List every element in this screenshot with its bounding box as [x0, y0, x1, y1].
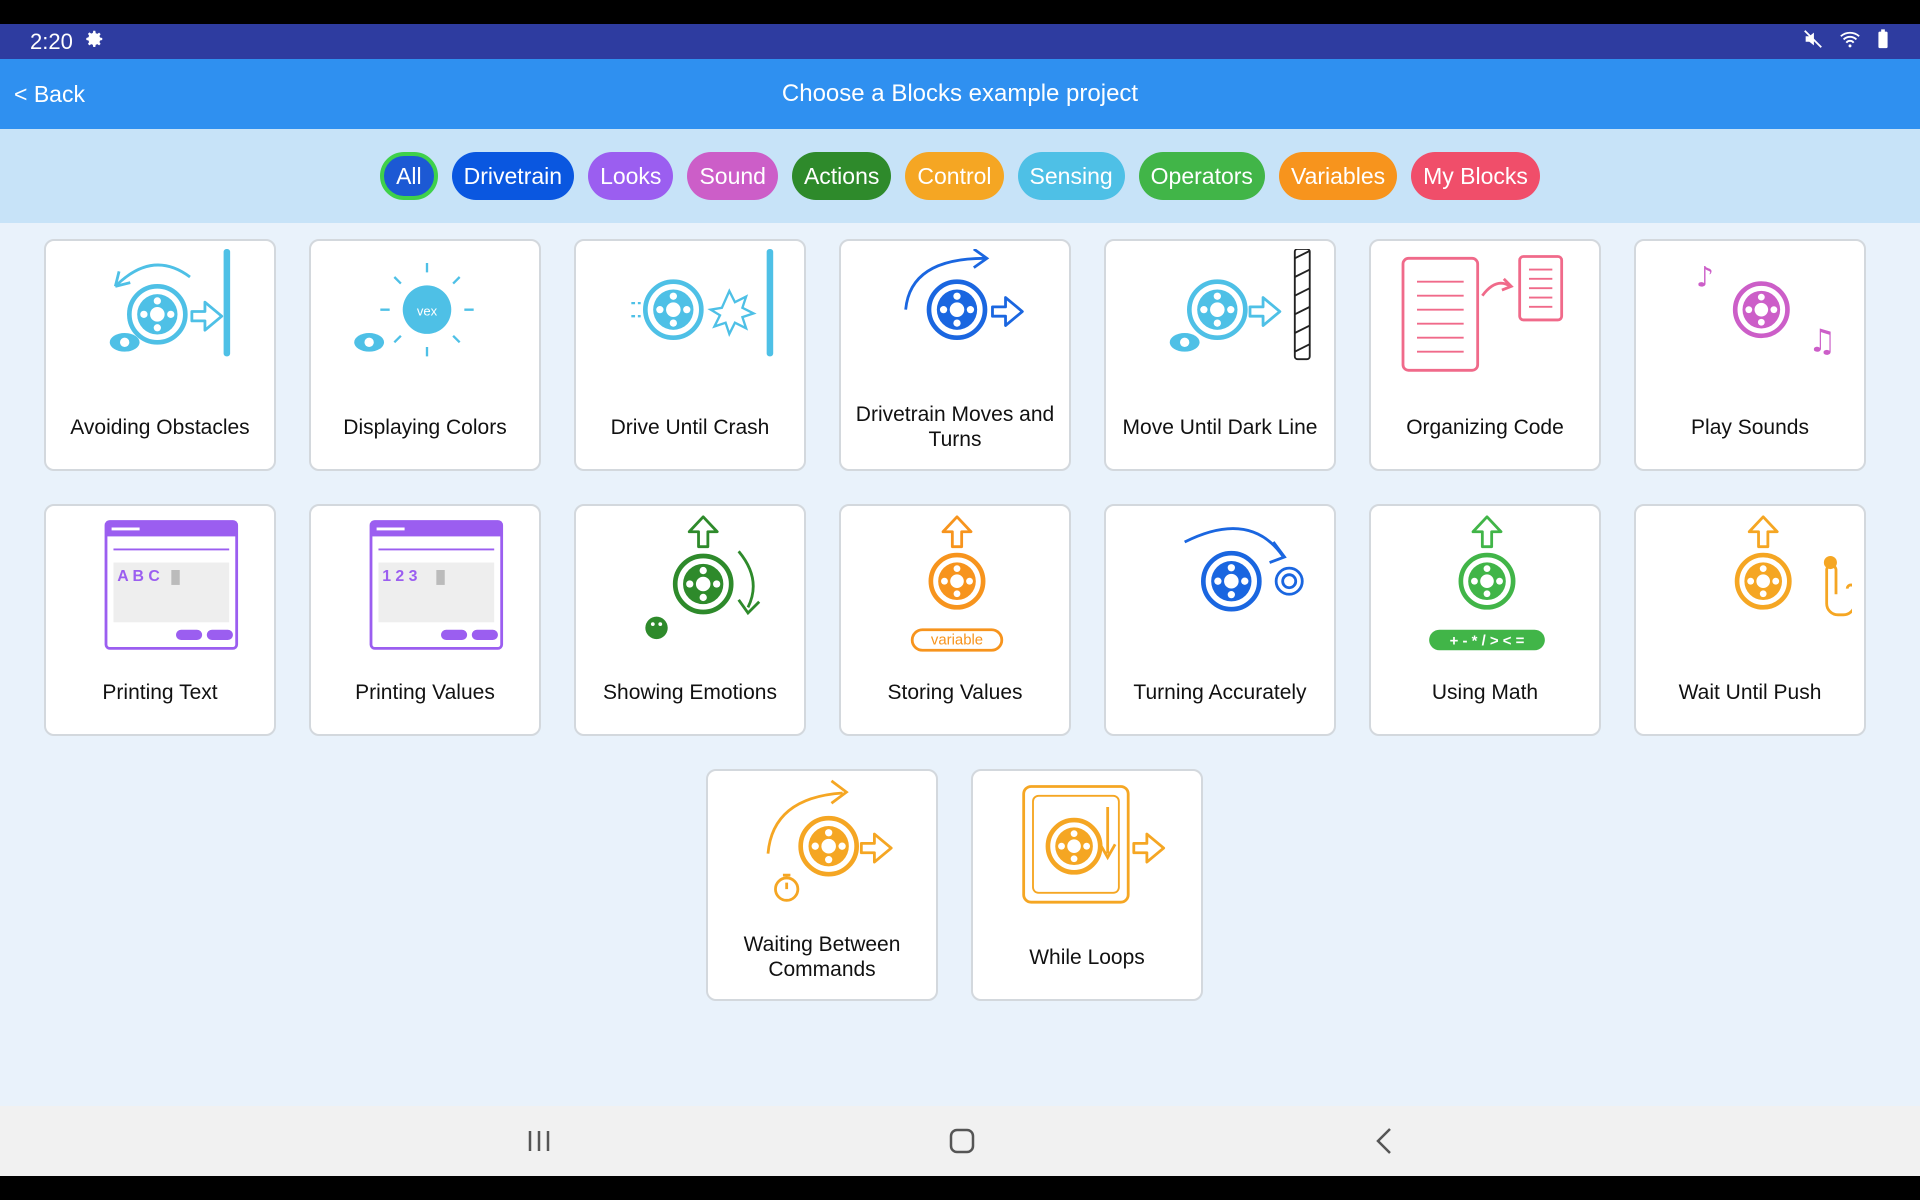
category-filter-bar: All Drivetrain Looks Sound Actions Control Sen…: [0, 129, 1920, 223]
project-card-turning-accurately[interactable]: Turning Accurately: [1104, 504, 1336, 736]
svg-text:A B C: A B C: [117, 568, 160, 585]
android-nav-bar: [0, 1106, 1920, 1176]
project-card-printing-values[interactable]: 1 2 3 Printing Values: [309, 504, 541, 736]
home-icon[interactable]: [939, 1118, 985, 1164]
project-card-title: Organizing Code: [1406, 415, 1564, 439]
filter-all[interactable]: All: [380, 152, 438, 200]
dark-line-icon: [1169, 249, 1311, 361]
mute-icon: [1802, 28, 1824, 56]
app-header: < Back Choose a Blocks example project: [0, 59, 1920, 129]
avoiding-obstacles-icon: [109, 249, 231, 357]
project-card-while-loops[interactable]: While Loops: [971, 769, 1203, 1001]
wait-until-push-icon: [1734, 515, 1852, 617]
project-card-drive-until-crash[interactable]: Drive Until Crash: [574, 239, 806, 471]
while-loops-icon: [1022, 785, 1166, 904]
project-card-title: Play Sounds: [1691, 415, 1809, 439]
waiting-commands-icon: [766, 779, 893, 902]
filter-sensing[interactable]: Sensing: [1017, 152, 1125, 200]
project-card-using-math[interactable]: + - * / > < = Using Math: [1369, 504, 1601, 736]
filter-operators[interactable]: Operators: [1138, 152, 1265, 200]
project-card-printing-text[interactable]: A B C Printing Text: [44, 504, 276, 736]
storing-values-icon: variable: [910, 515, 1004, 652]
project-card-displaying-colors[interactable]: vex Displaying Colors: [309, 239, 541, 471]
project-card-title: Drivetrain Moves and Turns: [855, 403, 1055, 451]
project-card-storing-values[interactable]: variable Storing Values: [839, 504, 1071, 736]
project-card-title: Waiting Between Commands: [743, 933, 901, 981]
project-card-title: While Loops: [1029, 945, 1145, 969]
filter-variables[interactable]: Variables: [1278, 152, 1398, 200]
organizing-code-icon: [1401, 255, 1564, 372]
bottom-black-bar: [0, 1176, 1920, 1200]
project-card-title: Printing Values: [355, 680, 495, 704]
recent-apps-icon[interactable]: [516, 1118, 562, 1164]
project-card-title: Move Until Dark Line: [1122, 415, 1318, 439]
project-card-showing-emotions[interactable]: Showing Emotions: [574, 504, 806, 736]
battery-icon: [1876, 28, 1890, 56]
project-card-title: Avoiding Obstacles: [70, 415, 250, 439]
filter-actions[interactable]: Actions: [791, 152, 892, 200]
project-card-title: Drive Until Crash: [610, 415, 770, 439]
project-card-wait-until-push[interactable]: Wait Until Push: [1634, 504, 1866, 736]
project-card-organizing-code[interactable]: Organizing Code: [1369, 239, 1601, 471]
turning-accurately-icon: [1184, 527, 1304, 612]
using-math-icon: + - * / > < =: [1429, 515, 1545, 651]
status-bar: 2:20: [0, 24, 1920, 59]
project-card-title: Wait Until Push: [1678, 680, 1822, 704]
drivetrain-moves-icon: [904, 249, 1024, 340]
page-title: Choose a Blocks example project: [781, 80, 1139, 107]
status-time: 2:20: [30, 28, 73, 54]
svg-text:♫: ♫: [1808, 324, 1836, 360]
drive-until-crash-icon: [631, 249, 774, 357]
printing-values-icon: 1 2 3: [369, 520, 504, 650]
project-grid: Avoiding Obstacles vex Displaying Colors D…: [0, 223, 1920, 1106]
filter-control[interactable]: Control: [905, 152, 1004, 200]
project-card-avoiding-obstacles[interactable]: Avoiding Obstacles: [44, 239, 276, 471]
play-sounds-icon: ♪ ♫: [1696, 260, 1836, 360]
project-card-title: Storing Values: [887, 680, 1023, 704]
displaying-colors-icon: vex: [354, 263, 474, 357]
top-black-bar: [0, 0, 1920, 24]
back-nav-icon[interactable]: [1362, 1118, 1408, 1164]
project-card-title: Turning Accurately: [1133, 680, 1307, 704]
svg-text:1 2 3: 1 2 3: [382, 568, 417, 585]
filter-sound[interactable]: Sound: [687, 152, 778, 200]
project-card-title: Printing Text: [102, 680, 218, 704]
svg-text:♪: ♪: [1696, 260, 1714, 293]
svg-text:+ - * / > < =: + - * / > < =: [1450, 633, 1525, 650]
filter-drivetrain[interactable]: Drivetrain: [451, 152, 575, 200]
project-card-title: Showing Emotions: [603, 680, 777, 704]
project-card-title: Displaying Colors: [343, 415, 507, 439]
filter-my-blocks[interactable]: My Blocks: [1411, 152, 1540, 200]
filter-looks[interactable]: Looks: [588, 152, 674, 200]
project-card-play-sounds[interactable]: ♪ ♫ Play Sounds: [1634, 239, 1866, 471]
svg-text:vex: vex: [417, 303, 438, 318]
printing-text-icon: A B C: [104, 520, 239, 650]
wifi-icon: [1838, 28, 1862, 56]
svg-text:variable: variable: [931, 632, 983, 649]
project-card-drivetrain-moves-and-turns[interactable]: Drivetrain Moves and Turns: [839, 239, 1071, 471]
project-card-waiting-between-commands[interactable]: Waiting Between Commands: [706, 769, 938, 1001]
back-button[interactable]: < Back: [14, 59, 85, 129]
settings-gear-icon: [83, 28, 105, 56]
showing-emotions-icon: [645, 515, 761, 640]
project-card-title: Using Math: [1431, 680, 1539, 704]
project-card-move-until-dark-line[interactable]: Move Until Dark Line: [1104, 239, 1336, 471]
